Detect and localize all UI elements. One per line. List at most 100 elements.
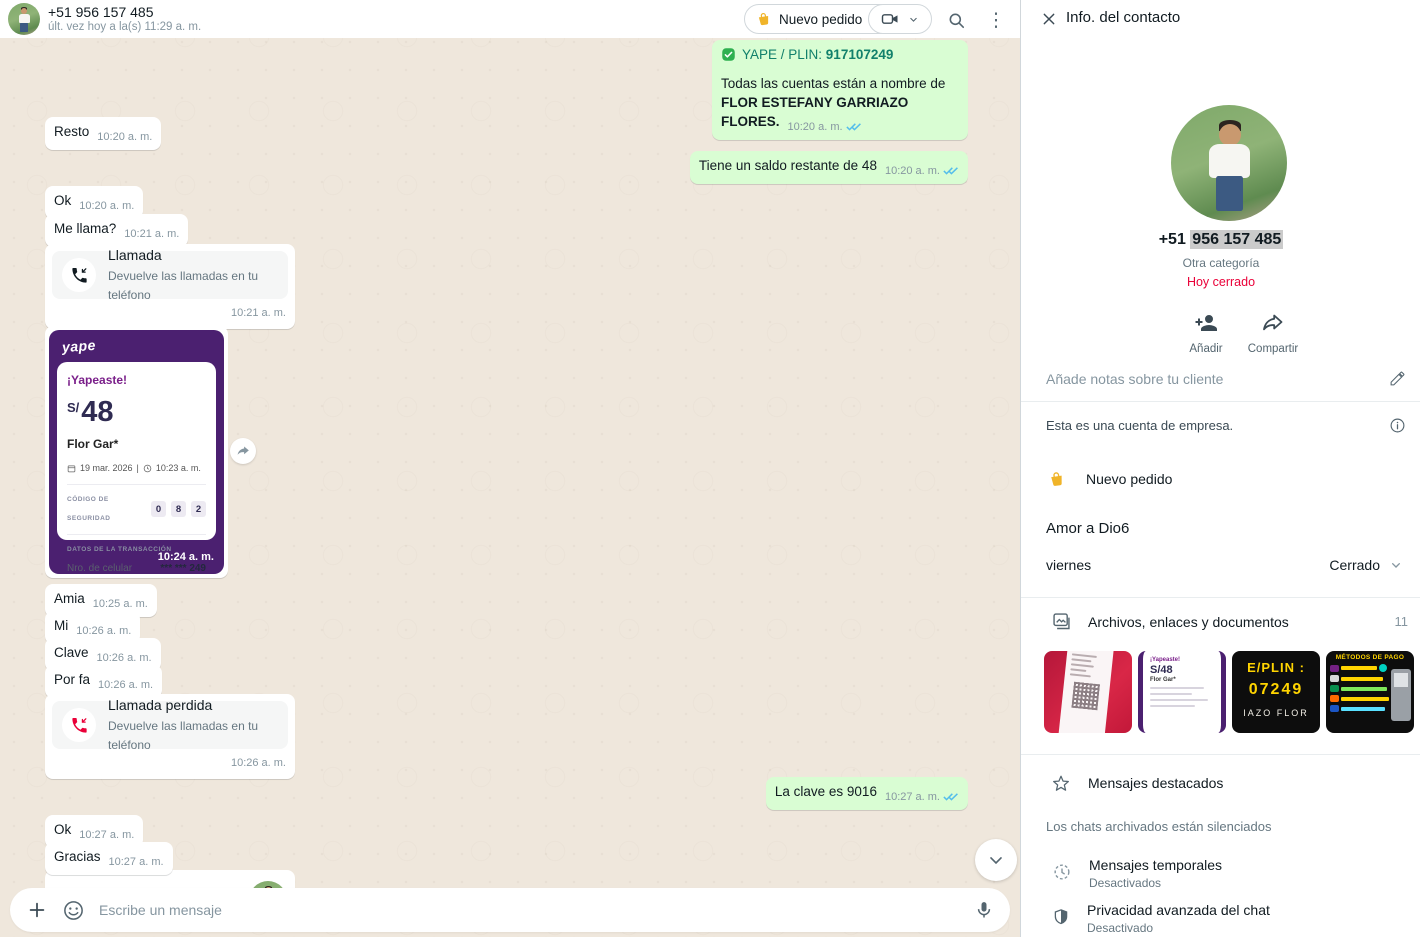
missed-call-icon xyxy=(62,708,96,742)
message-incoming[interactable]: Resto10:20 a. m. xyxy=(45,117,161,150)
message-text: Ok xyxy=(54,822,71,837)
close-icon xyxy=(1041,11,1057,27)
read-ticks-icon xyxy=(846,121,862,133)
media-thumbnails: ¡Yapeaste! S/48 Flor Gar* E/PLIN : 07249… xyxy=(1044,651,1414,733)
client-notes-field[interactable]: Añade notas sobre tu cliente xyxy=(1046,370,1406,387)
open-status[interactable]: Hoy cerrado xyxy=(1021,275,1420,289)
read-ticks-icon xyxy=(943,791,959,803)
message-time: 10:20 a. m. xyxy=(97,128,152,147)
read-ticks-icon xyxy=(943,165,959,177)
close-panel-button[interactable] xyxy=(1038,8,1060,30)
panel-title: Info. del contacto xyxy=(1066,9,1180,26)
currency: S/ xyxy=(67,400,79,415)
contact-about: Amor a Dio6 xyxy=(1046,520,1129,537)
call-subtitle: Devuelve las llamadas en tu teléfono xyxy=(108,717,278,755)
microphone-icon[interactable] xyxy=(974,900,994,920)
chat-header: +51 956 157 485 últ. vez hoy a la(s) 11:… xyxy=(0,0,1020,38)
advanced-privacy-row[interactable]: Privacidad avanzada del chat Desactivado xyxy=(1052,902,1270,935)
call-card[interactable]: Llamada Devuelve las llamadas en tu telé… xyxy=(52,251,288,299)
clock-icon xyxy=(143,464,152,473)
message-input[interactable] xyxy=(99,902,960,918)
add-contact-button[interactable]: Añadir xyxy=(1171,311,1241,355)
message-meta: 10:20 a. m. xyxy=(788,118,862,137)
share-forward-icon xyxy=(1261,311,1285,335)
thumbnail-receipt-photo[interactable] xyxy=(1044,651,1132,733)
kebab-menu-icon: ⋮ xyxy=(987,11,1006,30)
message-text: Por fa xyxy=(54,672,90,687)
business-account-note: Esta es una cuenta de empresa. xyxy=(1046,417,1406,434)
info-icon[interactable] xyxy=(1389,417,1406,434)
message-text: Todas las cuentas están a nombre de xyxy=(721,74,959,93)
scroll-to-bottom-button[interactable] xyxy=(975,839,1017,881)
message-text: La clave es 9016 xyxy=(775,784,877,799)
forward-icon xyxy=(236,444,251,459)
contact-photo[interactable] xyxy=(1171,105,1287,221)
menu-button[interactable]: ⋮ xyxy=(984,8,1008,32)
new-order-row[interactable]: Nuevo pedido xyxy=(1048,470,1172,488)
contact-avatar[interactable] xyxy=(8,3,40,35)
payment-datetime: 19 mar. 2026| 10:23 a. m. xyxy=(67,459,206,478)
message-time: 10:24 a. m. xyxy=(158,548,214,567)
chat-title[interactable]: +51 956 157 485 xyxy=(48,4,154,20)
shield-icon xyxy=(1052,908,1070,926)
share-contact-button[interactable]: Compartir xyxy=(1238,311,1308,355)
last-seen-status: últ. vez hoy a la(s) 11:29 a. m. xyxy=(48,21,201,33)
message-incoming[interactable]: Me llama?10:21 a. m. xyxy=(45,214,188,247)
message-incoming[interactable]: Gracias10:27 a. m. xyxy=(45,842,173,875)
message-text: Mi xyxy=(54,618,68,633)
message-outgoing[interactable]: La clave es 9016 10:27 a. m. xyxy=(766,777,968,810)
message-text: Ok xyxy=(54,193,71,208)
message-outgoing[interactable]: Tiene un saldo restante de 48 10:20 a. m. xyxy=(690,151,968,184)
media-label: Archivos, enlaces y documentos xyxy=(1088,614,1379,630)
star-icon xyxy=(1051,773,1071,793)
call-message[interactable]: Llamada Devuelve las llamadas en tu telé… xyxy=(45,244,295,329)
media-links-docs-row[interactable]: Archivos, enlaces y documentos 11 xyxy=(1051,611,1408,632)
message-text: Gracias xyxy=(54,849,101,864)
archived-muted-note: Los chats archivados están silenciados xyxy=(1046,819,1271,834)
yape-card[interactable]: yape ¡Yapeaste! S/48 Flor Gar* 19 mar. 2… xyxy=(49,330,224,574)
video-call-button[interactable] xyxy=(868,4,932,34)
message-time: 10:26 a. m. xyxy=(52,754,286,773)
linked-number[interactable]: 917107249 xyxy=(826,47,894,62)
forward-message-button[interactable] xyxy=(230,438,256,464)
call-title: Llamada perdida xyxy=(108,696,278,715)
contact-info-panel: Info. del contacto +51 956 157 485 Otra … xyxy=(1020,0,1420,937)
contact-phone[interactable]: +51 956 157 485 xyxy=(1021,231,1420,249)
security-code-digits: 0 8 2 xyxy=(151,501,206,517)
share-label: Compartir xyxy=(1248,343,1298,355)
add-label: Añadir xyxy=(1189,343,1222,355)
attach-plus-icon[interactable] xyxy=(26,899,48,921)
thumbnail-plin-number[interactable]: E/PLIN : 07249 IAZO FLOR xyxy=(1232,651,1320,733)
message-text: Amia xyxy=(54,591,85,606)
yape-receipt-message[interactable]: yape ¡Yapeaste! S/48 Flor Gar* 19 mar. 2… xyxy=(45,326,228,578)
phone-highlight: 956 157 485 xyxy=(1190,230,1283,249)
emoji-icon[interactable] xyxy=(62,899,85,922)
thumbnail-yape-receipt[interactable]: ¡Yapeaste! S/48 Flor Gar* xyxy=(1138,651,1226,733)
message-text: Tiene un saldo restante de 48 xyxy=(699,158,877,173)
business-hours-row[interactable]: viernes Cerrado xyxy=(1046,557,1404,573)
chevron-down-icon[interactable] xyxy=(1388,557,1404,573)
missed-call-message[interactable]: Llamada perdida Devuelve las llamadas en… xyxy=(45,694,295,779)
pencil-icon[interactable] xyxy=(1389,370,1406,387)
temporary-messages-row[interactable]: Mensajes temporales Desactivados xyxy=(1052,857,1222,890)
message-meta: 10:20 a. m. xyxy=(885,162,959,181)
message-time: 10:21 a. m. xyxy=(52,304,286,323)
calendar-icon xyxy=(67,464,76,473)
message-outgoing-account-info[interactable]: YAPE / PLIN: 917107249 Todas las cuentas… xyxy=(712,40,968,140)
privacy-label: Privacidad avanzada del chat xyxy=(1087,902,1270,918)
search-button[interactable] xyxy=(944,8,968,32)
message-composer xyxy=(10,888,1010,932)
call-card[interactable]: Llamada perdida Devuelve las llamadas en… xyxy=(52,701,288,749)
starred-messages-row[interactable]: Mensajes destacados xyxy=(1051,773,1223,793)
quoted-link-row[interactable]: YAPE / PLIN: 917107249 xyxy=(721,45,959,64)
hours-state: Cerrado xyxy=(1329,557,1380,573)
yape-logo: yape xyxy=(61,336,96,357)
new-order-label: Nuevo pedido xyxy=(779,12,862,27)
thumbnail-payment-methods[interactable]: MÉTODOS DE PAGO xyxy=(1326,651,1414,733)
call-title: Llamada xyxy=(108,246,278,265)
new-order-label: Nuevo pedido xyxy=(1086,471,1172,487)
temporary-state: Desactivados xyxy=(1089,876,1222,890)
chevron-down-icon xyxy=(986,850,1006,870)
hours-day: viernes xyxy=(1046,557,1091,573)
message-meta: 10:27 a. m. xyxy=(885,788,959,807)
